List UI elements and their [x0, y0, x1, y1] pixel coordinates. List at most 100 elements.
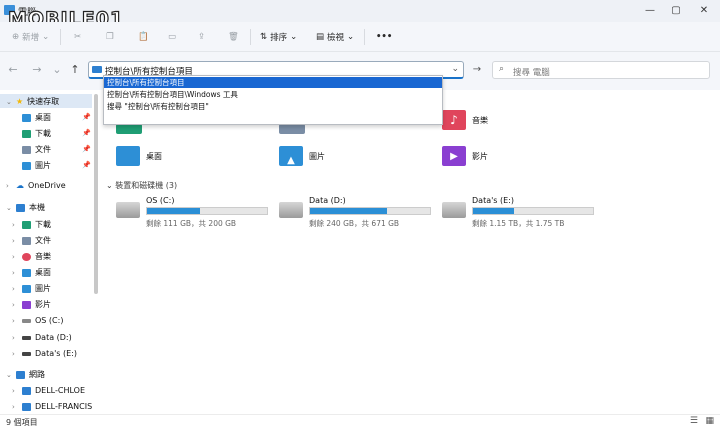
sidebar-item-downloads[interactable]: 下載 — [22, 128, 51, 139]
tiles-view-icon[interactable]: ▦ — [705, 416, 714, 426]
chevron-right-icon: › — [12, 349, 15, 358]
sidebar-item-drive-d[interactable]: › Data (D:) — [12, 333, 72, 342]
sidebar-scrollbar[interactable] — [94, 94, 98, 294]
desktop-icon — [22, 268, 31, 277]
pin-icon[interactable]: 📌 — [82, 145, 91, 153]
chevron-right-icon: › — [12, 284, 15, 293]
drive-usage-bar — [472, 207, 594, 215]
chevron-down-icon: ⌄ — [106, 181, 113, 190]
sidebar-item-drive-c[interactable]: › OS (C:) — [12, 316, 63, 325]
suggestion-item[interactable]: 控制台\所有控制台項目\Windows 工具 — [104, 89, 442, 100]
share-icon[interactable]: ⇪ — [198, 28, 205, 46]
cut-icon[interactable]: ✂ — [74, 28, 81, 46]
music-icon: ♪ — [442, 110, 466, 130]
divider — [364, 29, 365, 45]
content-pane — [100, 90, 720, 414]
address-suggestions: 控制台\所有控制台項目 控制台\所有控制台項目\Windows 工具 搜尋 "控… — [103, 75, 443, 125]
suggestion-item[interactable]: 搜尋 "控制台\所有控制台項目" — [104, 101, 442, 112]
drive-c[interactable]: OS (C:) 剩餘 111 GB，共 200 GB — [116, 196, 281, 230]
chevron-down-icon: ⌄ — [290, 32, 298, 42]
folder-pictures[interactable]: ▲ 圖片 — [279, 146, 325, 166]
copy-icon[interactable]: ❐ — [106, 28, 114, 46]
chevron-right-icon: › — [12, 252, 15, 261]
up-arrow-icon[interactable]: ↑ — [68, 62, 82, 76]
sidebar-item-this-pc[interactable]: ⌄ 本機 — [6, 202, 45, 213]
more-button[interactable]: ••• — [376, 28, 392, 46]
chevron-right-icon: › — [12, 300, 15, 309]
pin-icon[interactable]: 📌 — [82, 113, 91, 121]
cloud-icon: ☁ — [16, 181, 24, 190]
chevron-down-icon[interactable]: ⌄ — [451, 64, 459, 74]
sidebar-item-drive-e[interactable]: › Data's (E:) — [12, 349, 77, 358]
divider — [250, 29, 251, 45]
maximize-button[interactable]: ▢ — [662, 0, 690, 20]
document-icon[interactable] — [279, 124, 305, 134]
folder-videos[interactable]: ▶ 影片 — [442, 146, 488, 166]
go-arrow-icon[interactable]: → — [470, 62, 484, 76]
drive-e[interactable]: Data's (E:) 剩餘 1.15 TB，共 1.75 TB — [442, 196, 607, 230]
sidebar-item-quick-access[interactable]: ⌄ ★ 快速存取 — [6, 96, 59, 107]
sidebar-item-network[interactable]: ⌄ 網路 — [6, 369, 45, 380]
chevron-down-icon: ⌄ — [347, 32, 355, 42]
download-icon[interactable] — [116, 124, 142, 134]
chevron-down-icon: ⌄ — [6, 97, 12, 106]
picture-icon — [22, 284, 31, 293]
picture-icon: ▲ — [279, 146, 303, 166]
chevron-right-icon: › — [12, 268, 15, 277]
forward-arrow-icon[interactable]: → — [30, 62, 44, 76]
back-arrow-icon[interactable]: ← — [6, 62, 20, 76]
sidebar-item-documents[interactable]: 文件 — [22, 144, 51, 155]
view-button[interactable]: ▤ 檢視 ⌄ — [316, 28, 354, 46]
drive-icon — [22, 335, 31, 340]
sidebar-item-network-computer[interactable]: › DELL-CHLOE — [12, 386, 85, 395]
drive-usage-fill — [147, 208, 201, 214]
devices-section-header[interactable]: ⌄ 裝置和磁碟機 (3) — [106, 180, 177, 191]
paste-icon[interactable]: 📋 — [138, 28, 149, 46]
download-icon — [22, 129, 31, 138]
new-button[interactable]: ⊕ 新增 ⌄ — [12, 28, 49, 46]
drive-usage-bar — [309, 207, 431, 215]
document-icon — [22, 236, 31, 245]
desktop-icon — [116, 146, 140, 166]
search-box[interactable]: ⌕ 搜尋 電腦 — [492, 61, 710, 79]
chevron-right-icon: › — [12, 236, 15, 245]
chevron-right-icon: › — [12, 220, 15, 229]
computer-icon — [16, 203, 25, 212]
drive-icon — [22, 351, 31, 356]
chevron-down-icon[interactable]: ⌄ — [50, 62, 64, 76]
status-bar: 9 個項目 ☰ ▦ — [0, 414, 720, 428]
pin-icon[interactable]: 📌 — [82, 129, 91, 137]
sidebar-item-documents[interactable]: › 文件 — [12, 235, 51, 246]
chevron-down-icon: ⌄ — [6, 370, 12, 379]
windows-drive-icon — [116, 202, 140, 218]
sidebar-item-videos[interactable]: › 影片 — [12, 299, 51, 310]
chevron-right-icon: › — [12, 316, 15, 325]
folder-desktop[interactable]: 桌面 — [116, 146, 162, 166]
minimize-button[interactable]: — — [636, 0, 664, 20]
sidebar-item-music[interactable]: › 音樂 — [12, 251, 51, 262]
drive-d[interactable]: Data (D:) 剩餘 240 GB，共 671 GB — [279, 196, 444, 230]
sidebar-item-pictures[interactable]: › 圖片 — [12, 283, 51, 294]
suggestion-item[interactable]: 控制台\所有控制台項目 — [104, 77, 442, 88]
sidebar-item-desktop[interactable]: 桌面 — [22, 112, 51, 123]
sidebar-item-pictures[interactable]: 圖片 — [22, 160, 51, 171]
chevron-down-icon: ⌄ — [6, 203, 12, 212]
rename-icon[interactable]: ▭ — [168, 28, 176, 46]
computer-icon — [22, 402, 31, 411]
plus-icon: ⊕ — [12, 32, 20, 42]
sidebar-item-network-computer[interactable]: › DELL-FRANCIS — [12, 402, 92, 411]
details-view-icon[interactable]: ☰ — [690, 416, 698, 426]
sidebar-item-onedrive[interactable]: › ☁ OneDrive — [6, 181, 66, 190]
video-icon: ▶ — [442, 146, 466, 166]
folder-music[interactable]: ♪ 音樂 — [442, 110, 488, 130]
sidebar-item-desktop[interactable]: › 桌面 — [12, 267, 51, 278]
video-icon — [22, 300, 31, 309]
search-input[interactable]: 搜尋 電腦 — [513, 66, 550, 78]
delete-icon[interactable]: 🗑 — [228, 28, 239, 46]
pin-icon[interactable]: 📌 — [82, 161, 91, 169]
sidebar-item-downloads[interactable]: › 下載 — [12, 219, 51, 230]
drive-icon — [279, 202, 303, 218]
close-button[interactable]: ✕ — [690, 0, 718, 20]
sort-button[interactable]: ⇅ 排序 ⌄ — [260, 28, 297, 46]
star-icon: ★ — [16, 97, 24, 106]
